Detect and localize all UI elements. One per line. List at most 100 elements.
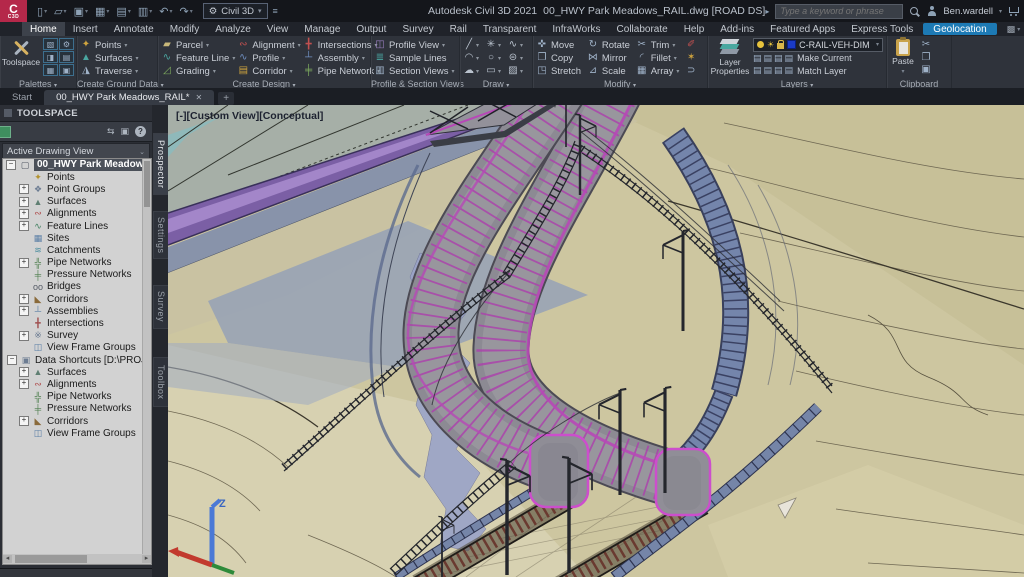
geomap-image-icon[interactable]: ▩ ▾ <box>1007 22 1021 36</box>
draw-tool-button[interactable]: ✳ ▾ <box>485 39 505 51</box>
toolspace-side-tab[interactable]: Toolbox <box>153 357 169 407</box>
ribbon-tab[interactable]: Rail <box>442 22 475 36</box>
layer-tool-icon[interactable]: ▤ <box>785 65 794 76</box>
tree-item[interactable]: ✦ Points <box>3 171 151 183</box>
clipboard-tool-button[interactable]: ▣ <box>920 64 932 76</box>
ribbon-button[interactable]: ┴ Assembly ▾ <box>303 52 381 64</box>
model-canvas[interactable]: Z <box>168 105 1024 577</box>
draw-tool-button[interactable]: ○ ▾ <box>485 52 505 64</box>
qat-button[interactable]: ▣ ▾ <box>74 5 88 18</box>
modify-tool-button[interactable]: ✂ Trim ▾ <box>636 39 684 51</box>
ribbon-button[interactable]: ∿ Feature Line ▾ <box>161 52 235 64</box>
modify-tool-button[interactable]: ▦ Array ▾ <box>636 65 684 77</box>
ribbon-button[interactable]: ≣ Sample Lines ▾ <box>374 52 456 64</box>
layer-tool-icon[interactable]: ▤ <box>764 53 773 64</box>
tree-item[interactable]: ╪ Pressure Networks <box>3 269 151 281</box>
tree-item[interactable]: ╬ Pipe Networks <box>3 391 151 403</box>
qat-button[interactable]: ▱ ▾ <box>54 5 66 18</box>
tree-horizontal-scrollbar[interactable]: ◂ ▸ <box>2 554 152 565</box>
modify-tool-button[interactable]: ◳ Stretch ▾ <box>536 65 585 77</box>
ribbon-tab[interactable]: Featured Apps <box>762 22 843 36</box>
modify-tool-button[interactable]: ✐ ▾ <box>685 39 704 51</box>
draw-tool-button[interactable]: ∿ ▾ <box>507 39 527 51</box>
ribbon-button[interactable]: ◮ Traverse ▾ <box>80 65 154 77</box>
layer-properties-button[interactable]: LayerProperties <box>711 38 749 76</box>
layer-tool-icon[interactable]: ▤ <box>753 65 762 76</box>
modify-tool-button[interactable]: ⊿ Scale ▾ <box>587 65 634 77</box>
modify-tool-button[interactable]: ⋈ Mirror ▾ <box>587 52 634 64</box>
draw-tool-button[interactable]: ☁ ▾ <box>463 65 483 77</box>
help-icon[interactable]: ? <box>135 126 146 137</box>
palette-toggle-button[interactable]: ▤ <box>59 51 74 63</box>
search-input[interactable] <box>775 4 903 19</box>
item-view-toggle-icon[interactable] <box>0 126 11 138</box>
ribbon-button[interactable]: ╪ Pipe Network ▾ <box>303 65 381 77</box>
make-current-button[interactable]: Make Current <box>797 53 852 63</box>
qat-button[interactable]: ▥ ▾ <box>138 5 152 18</box>
palette-toggle-button[interactable]: ▣ <box>59 64 74 76</box>
tree-item[interactable]: + ∿ Feature Lines <box>3 220 151 232</box>
ribbon-tab[interactable]: Transparent <box>475 22 545 36</box>
match-layer-button[interactable]: Match Layer <box>797 66 847 76</box>
toolspace-side-tab[interactable]: Survey <box>153 285 169 329</box>
user-name[interactable]: Ben.wardell <box>943 6 993 17</box>
user-avatar-icon[interactable] <box>926 6 937 17</box>
draw-tool-button[interactable]: ▨ ▾ <box>507 65 527 77</box>
draw-tool-button[interactable]: ╱ ▾ <box>463 39 483 51</box>
layer-tool-icon[interactable]: ▤ <box>774 65 783 76</box>
ribbon-tab[interactable]: Annotate <box>106 22 162 36</box>
toolspace-toolbar-icon[interactable]: ▣ <box>120 126 129 137</box>
ribbon-tab[interactable]: Modify <box>162 22 207 36</box>
search-icon[interactable] <box>909 6 920 17</box>
modify-tool-button[interactable]: ⊃ ▾ <box>685 65 704 77</box>
dropdown-caret-icon[interactable]: ▾ <box>64 8 67 15</box>
tree-item[interactable]: ◫ View Frame Groups <box>3 342 151 354</box>
toolspace-side-tab[interactable]: Settings <box>153 211 169 259</box>
clipboard-tool-button[interactable]: ❐ <box>920 52 932 64</box>
modify-tool-button[interactable]: ✜ Move ▾ <box>536 39 585 51</box>
tree-item[interactable]: + ▲ Surfaces <box>3 196 151 208</box>
toolspace-toolbar-icon[interactable]: ⇆ <box>107 126 115 137</box>
ribbon-tab[interactable]: Output <box>348 22 394 36</box>
toolspace-header[interactable]: TOOLSPACE <box>0 105 152 122</box>
tree-item[interactable]: + ∾ Alignments <box>3 378 151 390</box>
toolspace-side-tab[interactable]: Prospector <box>153 133 169 195</box>
dropdown-caret-icon[interactable]: ▾ <box>169 8 172 15</box>
palette-toggle-button[interactable]: ⚙ <box>59 38 74 50</box>
file-tab-start[interactable]: Start <box>0 90 44 105</box>
ribbon-button[interactable]: ▤ Corridor ▾ <box>237 65 300 77</box>
palette-toggle-button[interactable]: ▦ <box>43 64 58 76</box>
user-menu-caret-icon[interactable]: ▾ <box>999 8 1002 15</box>
dropdown-caret-icon[interactable]: ▾ <box>85 8 88 15</box>
viewport-controls-label[interactable]: [-][Custom View][Conceptual] <box>176 110 323 122</box>
ribbon-button[interactable]: ╋ Intersections ▾ <box>303 39 381 51</box>
scroll-left-icon[interactable]: ◂ <box>3 555 12 563</box>
qat-button[interactable]: ↷ ▾ <box>179 5 192 18</box>
qat-button[interactable]: ↶ ▾ <box>159 5 172 18</box>
ribbon-tab[interactable]: Add-ins <box>712 22 762 36</box>
tree-item[interactable]: oo Bridges <box>3 281 151 293</box>
ribbon-button[interactable]: ▲ Surfaces ▾ <box>80 52 154 64</box>
ribbon-tab[interactable]: Survey <box>394 22 441 36</box>
prospector-tree[interactable]: − ▢ 00_HWY Park Meadows_RAIL ✦ Points + … <box>2 158 152 555</box>
tree-item[interactable]: ▦ Sites <box>3 232 151 244</box>
ribbon-button[interactable]: ▥ Section Views ▾ <box>374 65 456 77</box>
tree-item[interactable]: ╋ Intersections <box>3 317 151 329</box>
ribbon-tab[interactable]: Insert <box>65 22 106 36</box>
qat-button[interactable]: ▦ ▾ <box>95 5 109 18</box>
tree-item[interactable]: ≋ Catchments <box>3 244 151 256</box>
ribbon-tab[interactable]: Analyze <box>207 22 259 36</box>
ribbon-tab[interactable]: Geolocation <box>923 23 996 35</box>
dropdown-caret-icon[interactable]: ▾ <box>190 8 193 15</box>
ribbon-tab[interactable]: InfraWorks <box>544 22 608 36</box>
new-tab-button[interactable]: + <box>218 92 234 105</box>
tree-item[interactable]: + ▲ Surfaces <box>3 366 151 378</box>
tree-root-data-shortcuts[interactable]: − ▣ Data Shortcuts [D:\PROJECTS\ROAD\... <box>3 354 151 366</box>
dropdown-caret-icon[interactable]: ▾ <box>128 8 131 15</box>
ribbon-tab[interactable]: Home <box>22 22 65 36</box>
dropdown-caret-icon[interactable]: ▾ <box>149 8 152 15</box>
modify-tool-button[interactable]: ◜ Fillet ▾ <box>636 52 684 64</box>
tree-item[interactable]: + ❖ Point Groups <box>3 183 151 195</box>
dropdown-caret-icon[interactable]: ▾ <box>44 8 47 15</box>
tree-item[interactable]: + ◣ Corridors <box>3 293 151 305</box>
